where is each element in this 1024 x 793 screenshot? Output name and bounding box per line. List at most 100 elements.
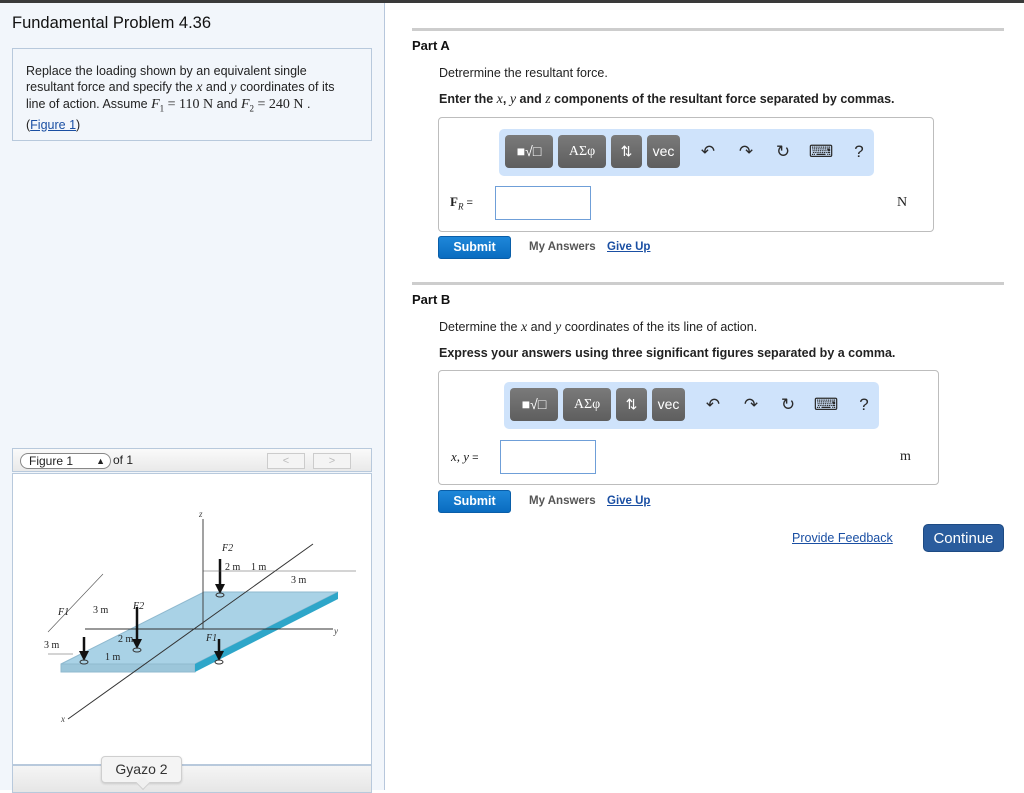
- plate-top: [60, 591, 339, 665]
- part-b-submit-button[interactable]: Submit: [438, 490, 511, 513]
- part-a-prompt: Detrermine the resultant force.: [439, 66, 608, 80]
- provide-feedback-link[interactable]: Provide Feedback: [792, 531, 893, 545]
- figure-viewer: z y x F2 2 m 1 m 3 m F1 3 m F2 3 m 2 m 1…: [12, 473, 372, 765]
- figure-diagram: z y x F2 2 m 1 m 3 m F1 3 m F2 3 m 2 m 1…: [44, 509, 356, 724]
- z-axis-label: z: [198, 509, 203, 519]
- greek-symbols-button[interactable]: ΑΣφ: [558, 135, 606, 168]
- part-b-math-toolbar: ■√□ ΑΣφ ⇅ vec ↶ ↷ ↻ ⌨ ?: [504, 382, 879, 429]
- label-xy: x, y: [451, 449, 470, 464]
- part-b-answer-input[interactable]: [500, 440, 596, 474]
- select-arrows-icon: ▲: [96, 456, 105, 466]
- label-f2-top: F2: [221, 543, 233, 554]
- arrows-button[interactable]: ⇅: [616, 388, 647, 421]
- paren: ): [76, 117, 81, 132]
- problem-line-3: line of action. Assume F1 = 110 N and F2…: [26, 96, 359, 117]
- figure-link[interactable]: Figure 1: [30, 118, 76, 132]
- text: and: [516, 92, 546, 106]
- greek-symbols-button[interactable]: ΑΣφ: [563, 388, 611, 421]
- label-f1-left: F1: [57, 607, 69, 618]
- part-a-answer-input[interactable]: [495, 186, 591, 220]
- undo-icon[interactable]: ↶: [694, 137, 722, 167]
- part-b-divider: [412, 282, 1004, 285]
- help-icon[interactable]: ?: [845, 137, 873, 167]
- dim-3m-left-b: 3 m: [44, 640, 60, 651]
- problem-panel: Fundamental Problem 4.36 Replace the loa…: [0, 3, 385, 793]
- x-axis-label: x: [60, 714, 65, 724]
- reset-icon[interactable]: ↻: [774, 390, 802, 420]
- part-a-submit-button[interactable]: Submit: [438, 236, 511, 259]
- help-icon[interactable]: ?: [850, 390, 878, 420]
- dim-1m-left: 1 m: [105, 652, 121, 663]
- arrows-button[interactable]: ⇅: [611, 135, 642, 168]
- problem-line-4: (Figure 1): [26, 117, 359, 133]
- vector-button[interactable]: vec: [647, 135, 680, 168]
- text: Determine the: [439, 320, 521, 334]
- part-a-unit: N: [897, 195, 908, 210]
- f2-value: = 240 N: [254, 97, 304, 112]
- figure-count: of 1: [113, 453, 134, 467]
- text: ,: [502, 92, 510, 106]
- text: .: [303, 97, 311, 111]
- undo-icon[interactable]: ↶: [699, 390, 727, 420]
- figure-select[interactable]: Figure 1 ▲: [20, 453, 111, 469]
- f2-symbol: F: [240, 97, 250, 112]
- part-b-answer-box: ■√□ ΑΣφ ⇅ vec ↶ ↷ ↻ ⌨ ? x, y = m: [438, 370, 939, 485]
- part-a-instruction: Enter the x, y and z components of the r…: [439, 92, 895, 108]
- text: and: [202, 80, 231, 94]
- templates-button[interactable]: ■√□: [505, 135, 553, 168]
- tooltip: Gyazo 2: [101, 756, 182, 791]
- next-figure-button[interactable]: >: [313, 453, 351, 469]
- part-b-input-label: x, y =: [451, 449, 479, 465]
- y-axis-label: y: [333, 626, 338, 636]
- text: coordinates of its: [236, 80, 335, 94]
- part-b-heading: Part B: [412, 292, 451, 307]
- problem-title: Fundamental Problem 4.36: [12, 14, 212, 32]
- dim-1m-top: 1 m: [251, 562, 267, 573]
- text: resultant force and specify the: [26, 80, 197, 94]
- label-f1-right: F1: [205, 633, 217, 644]
- problem-line-2: resultant force and specify the x and y …: [26, 79, 359, 96]
- part-a-give-up-link[interactable]: Give Up: [607, 241, 650, 253]
- dim-2m-left: 2 m: [118, 634, 134, 645]
- label-equals: =: [469, 452, 479, 464]
- x-axis: [67, 543, 314, 720]
- text: components of the resultant force separa…: [550, 92, 895, 106]
- dim-2m-top: 2 m: [225, 562, 241, 573]
- part-a-answer-box: ■√□ ΑΣφ ⇅ vec ↶ ↷ ↻ ⌨ ? FR = N: [438, 117, 934, 232]
- continue-button[interactable]: Continue: [923, 524, 1004, 552]
- tooltip-text: Gyazo 2: [115, 761, 168, 777]
- problem-line-1: Replace the loading shown by an equivale…: [26, 64, 307, 78]
- vector-button[interactable]: vec: [652, 388, 685, 421]
- keyboard-icon[interactable]: ⌨: [812, 390, 840, 420]
- f1-symbol: F: [151, 97, 160, 112]
- problem-statement: Replace the loading shown by an equivale…: [12, 48, 372, 141]
- part-a-heading: Part A: [412, 38, 450, 53]
- f1-value: = 110 N: [164, 97, 214, 112]
- part-a-math-toolbar: ■√□ ΑΣφ ⇅ vec ↶ ↷ ↻ ⌨ ?: [499, 129, 874, 176]
- keyboard-icon[interactable]: ⌨: [807, 137, 835, 167]
- redo-icon[interactable]: ↷: [737, 390, 765, 420]
- prev-figure-button[interactable]: <: [267, 453, 305, 469]
- part-b-give-up-link[interactable]: Give Up: [607, 495, 650, 507]
- part-a-input-label: FR =: [450, 194, 473, 212]
- text: line of action. Assume: [26, 97, 152, 111]
- reset-icon[interactable]: ↻: [769, 137, 797, 167]
- label-f: F: [450, 194, 458, 209]
- figure-footer: [12, 765, 372, 793]
- redo-icon[interactable]: ↷: [732, 137, 760, 167]
- dim-3m-left-a: 3 m: [93, 605, 109, 616]
- part-b-instruction: Express your answers using three signifi…: [439, 346, 896, 360]
- label-equals: =: [463, 197, 473, 209]
- figure-select-value: Figure 1: [29, 454, 74, 468]
- answer-panel: Part A Detrermine the resultant force. E…: [386, 3, 1024, 790]
- label-f2-left: F2: [132, 601, 144, 612]
- part-b-prompt: Determine the x and y coordinates of the…: [439, 320, 757, 336]
- force-f2-top: [215, 559, 225, 598]
- part-b-my-answers[interactable]: My Answers: [529, 495, 596, 507]
- part-b-unit: m: [900, 449, 911, 464]
- part-a-my-answers[interactable]: My Answers: [529, 241, 596, 253]
- templates-button[interactable]: ■√□: [510, 388, 558, 421]
- text: Enter the: [439, 92, 497, 106]
- figure-navigation-bar: Figure 1 ▲ of 1 < >: [12, 448, 372, 472]
- text: and: [213, 97, 241, 111]
